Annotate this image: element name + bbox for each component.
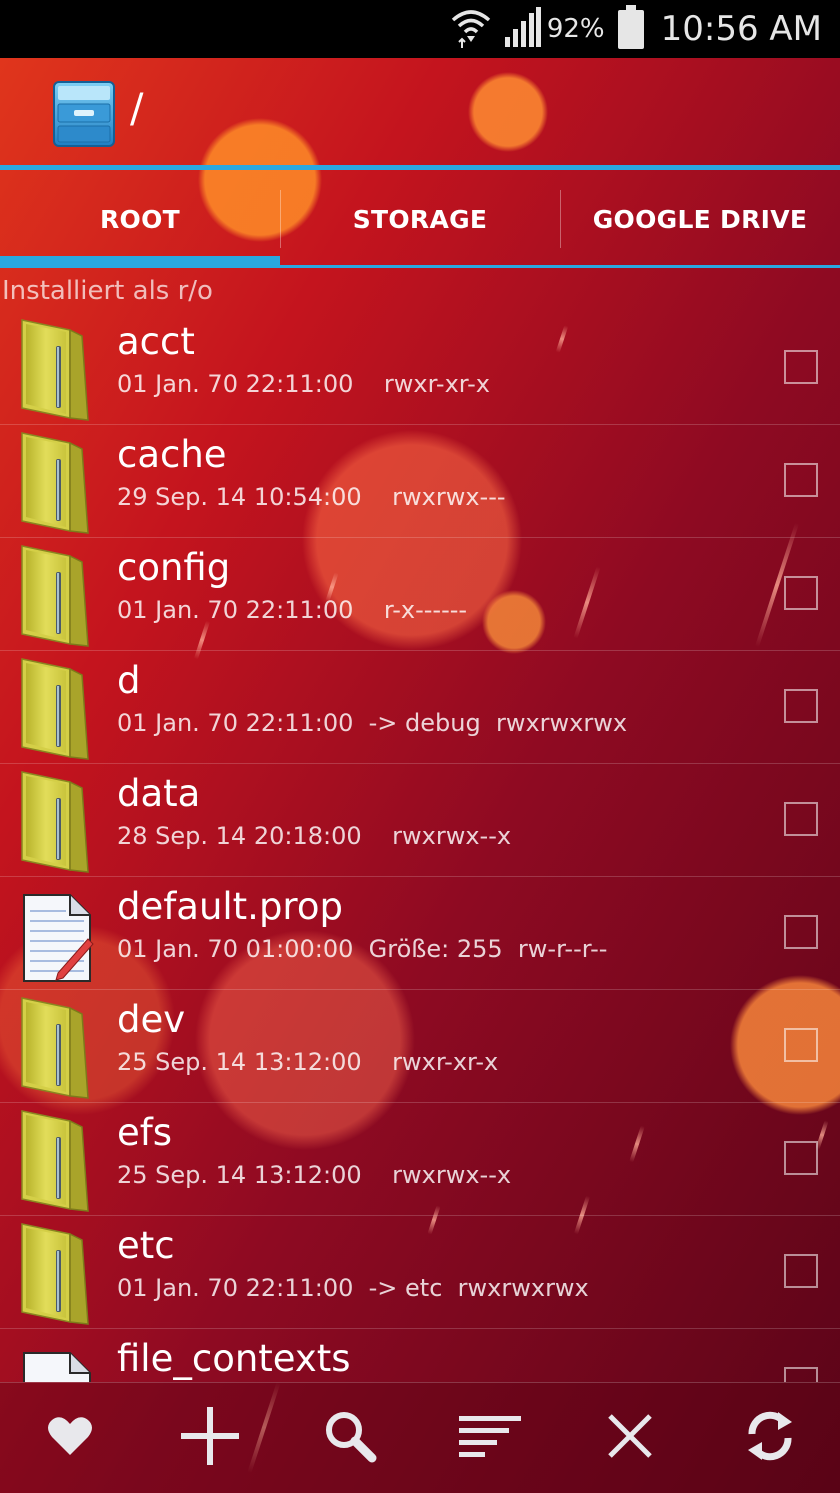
- select-checkbox[interactable]: [784, 1367, 818, 1382]
- file-name: default.prop: [117, 885, 343, 928]
- select-checkbox[interactable]: [784, 689, 818, 723]
- select-checkbox[interactable]: [784, 576, 818, 610]
- file-name: data: [117, 772, 201, 815]
- file-meta: 01 Jan. 70 22:11:00 r-x------: [117, 596, 468, 624]
- select-checkbox[interactable]: [784, 463, 818, 497]
- select-checkbox[interactable]: [784, 915, 818, 949]
- list-item[interactable]: file_contexts: [0, 1329, 840, 1382]
- battery-icon: [617, 5, 645, 53]
- close-button[interactable]: [595, 1403, 665, 1473]
- file-meta: 25 Sep. 14 13:12:00 rwxrwx--x: [117, 1161, 512, 1189]
- tab-root[interactable]: ROOT: [0, 170, 280, 268]
- select-checkbox[interactable]: [784, 1141, 818, 1175]
- tab-indicator: [0, 256, 280, 268]
- select-checkbox[interactable]: [784, 350, 818, 384]
- folder-icon: [18, 994, 98, 1102]
- file-cabinet-icon[interactable]: [52, 80, 116, 148]
- folder-icon: [18, 429, 98, 537]
- mount-status: Installiert als r/o: [2, 276, 213, 306]
- close-icon: [607, 1413, 653, 1463]
- add-button[interactable]: [175, 1403, 245, 1473]
- list-item[interactable]: etc 01 Jan. 70 22:11:00 -> etc rwxrwxrwx: [0, 1216, 840, 1329]
- file-name: dev: [117, 998, 186, 1041]
- tab-storage[interactable]: STORAGE: [280, 170, 560, 268]
- file-meta: 25 Sep. 14 13:12:00 rwxr-xr-x: [117, 1048, 499, 1076]
- folder-icon: [18, 655, 98, 763]
- tab-underline: [560, 265, 840, 268]
- file-name: d: [117, 659, 141, 702]
- favorites-button[interactable]: [35, 1403, 105, 1473]
- file-name: config: [117, 546, 231, 589]
- tab-google-drive[interactable]: GOOGLE DRIVE: [560, 170, 840, 268]
- file-meta: 29 Sep. 14 10:54:00 rwxrwx---: [117, 483, 506, 511]
- file-name: file_contexts: [117, 1337, 351, 1380]
- sort-button[interactable]: [455, 1403, 525, 1473]
- file-list: acct 01 Jan. 70 22:11:00 rwxr-xr-x cache…: [0, 312, 840, 1382]
- tab-label: STORAGE: [352, 204, 488, 234]
- refresh-icon: [742, 1408, 798, 1468]
- list-item[interactable]: data 28 Sep. 14 20:18:00 rwxrwx--x: [0, 764, 840, 877]
- folder-icon: [18, 542, 98, 650]
- select-checkbox[interactable]: [784, 1028, 818, 1062]
- signal-icon: [503, 7, 541, 51]
- list-item[interactable]: dev 25 Sep. 14 13:12:00 rwxr-xr-x: [0, 990, 840, 1103]
- tab-label: GOOGLE DRIVE: [592, 204, 808, 234]
- search-button[interactable]: [315, 1403, 385, 1473]
- file-name: etc: [117, 1224, 175, 1267]
- folder-icon: [18, 1220, 98, 1328]
- wifi-icon: [451, 6, 491, 52]
- current-path: /: [130, 86, 144, 132]
- battery-percent: 92%: [546, 14, 605, 44]
- file-meta: 01 Jan. 70 01:00:00 Größe: 255 rw-r--r--: [117, 935, 608, 963]
- file-meta: 28 Sep. 14 20:18:00 rwxrwx--x: [117, 822, 512, 850]
- status-bar: 92% 10:56 AM: [0, 0, 840, 58]
- file-meta: 01 Jan. 70 22:11:00 -> etc rwxrwxrwx: [117, 1274, 589, 1302]
- file-meta: 01 Jan. 70 22:11:00 rwxr-xr-x: [117, 370, 490, 398]
- search-icon: [322, 1408, 378, 1468]
- file-name: efs: [117, 1111, 173, 1154]
- folder-icon: [18, 1107, 98, 1215]
- sort-icon: [459, 1414, 521, 1462]
- list-item[interactable]: efs 25 Sep. 14 13:12:00 rwxrwx--x: [0, 1103, 840, 1216]
- list-item[interactable]: acct 01 Jan. 70 22:11:00 rwxr-xr-x: [0, 312, 840, 425]
- file-name: acct: [117, 320, 195, 363]
- bottom-toolbar: [0, 1382, 840, 1493]
- refresh-button[interactable]: [735, 1403, 805, 1473]
- tab-bar: ROOT STORAGE GOOGLE DRIVE: [0, 170, 840, 268]
- list-item[interactable]: config 01 Jan. 70 22:11:00 r-x------: [0, 538, 840, 651]
- file-name: cache: [117, 433, 227, 476]
- select-checkbox[interactable]: [784, 1254, 818, 1288]
- text-file-icon: [18, 881, 98, 989]
- select-checkbox[interactable]: [784, 802, 818, 836]
- heart-icon: [47, 1415, 93, 1461]
- clock: 10:56 AM: [660, 9, 822, 49]
- folder-icon: [18, 768, 98, 876]
- file-meta: 01 Jan. 70 22:11:00 -> debug rwxrwxrwx: [117, 709, 628, 737]
- tab-label: ROOT: [99, 204, 180, 234]
- tab-underline: [280, 265, 560, 268]
- folder-icon: [18, 316, 98, 424]
- title-bar: /: [0, 58, 840, 166]
- list-item[interactable]: cache 29 Sep. 14 10:54:00 rwxrwx---: [0, 425, 840, 538]
- file-icon: [18, 1333, 98, 1382]
- list-item[interactable]: d 01 Jan. 70 22:11:00 -> debug rwxrwxrwx: [0, 651, 840, 764]
- list-item[interactable]: default.prop 01 Jan. 70 01:00:00 Größe: …: [0, 877, 840, 990]
- plus-icon: [181, 1407, 239, 1469]
